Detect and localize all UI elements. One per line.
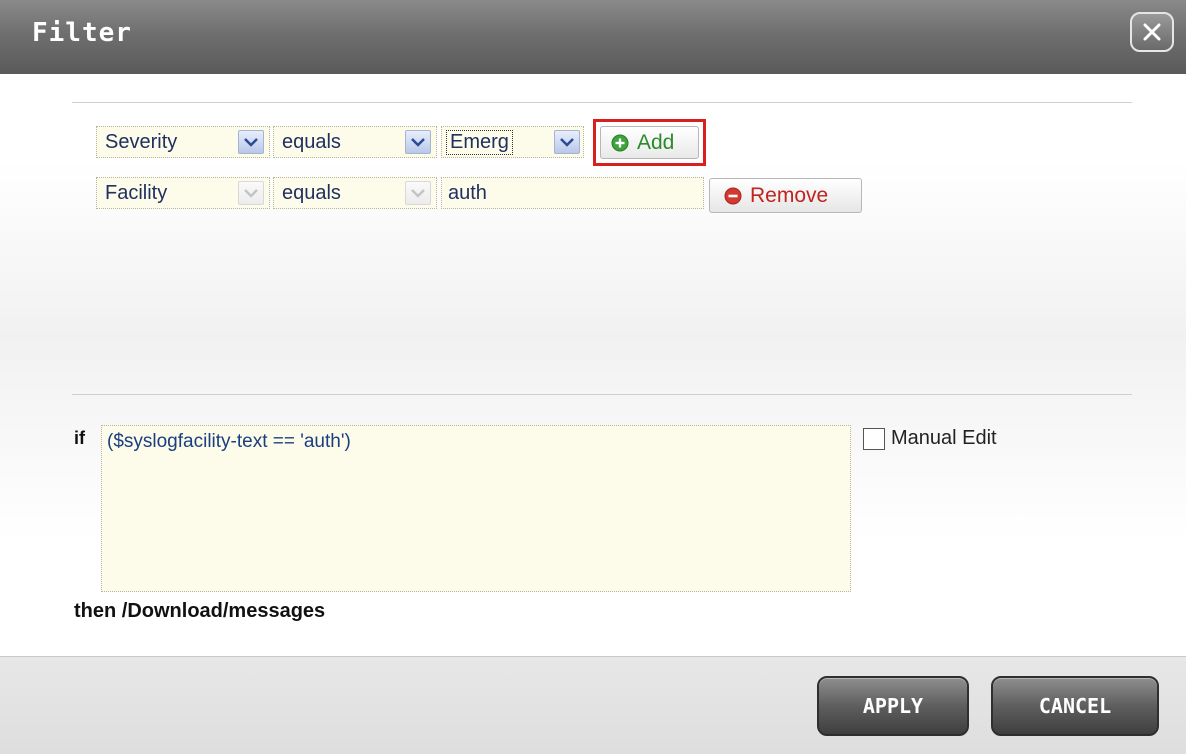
- remove-button[interactable]: Remove: [709, 178, 862, 213]
- dialog-title: Filter: [32, 18, 132, 48]
- if-label: if: [74, 428, 85, 448]
- manual-edit-checkbox[interactable]: [863, 427, 885, 450]
- rule2-field-value: Facility: [105, 182, 168, 204]
- add-button-label: Add: [637, 130, 675, 154]
- filter-dialog: Filter Severity equals Emerg Add Facilit…: [0, 0, 1186, 754]
- cancel-button[interactable]: CANCEL: [991, 676, 1159, 736]
- chevron-down-icon[interactable]: [554, 130, 580, 154]
- then-action-label: then /Download/messages: [74, 600, 326, 622]
- divider-top: [72, 102, 1132, 103]
- expression-text: ($syslogfacility-text == 'auth'): [107, 431, 351, 452]
- chevron-down-icon[interactable]: [238, 130, 264, 154]
- rule2-operator-select[interactable]: equals: [273, 177, 437, 209]
- rule2-field-select[interactable]: Facility: [96, 177, 270, 209]
- chevron-down-icon: [405, 181, 431, 205]
- rule1-operator-value: equals: [282, 131, 341, 153]
- manual-edit-toggle[interactable]: Manual Edit: [863, 427, 997, 450]
- divider-middle: [72, 394, 1132, 395]
- rule1-operator-select[interactable]: equals: [273, 126, 437, 158]
- rule1-field-value: Severity: [105, 131, 178, 153]
- remove-button-label: Remove: [750, 183, 829, 207]
- title-bar: Filter: [0, 0, 1186, 74]
- chevron-down-icon: [238, 181, 264, 205]
- rule1-value: Emerg: [446, 130, 513, 155]
- close-icon: [1143, 23, 1161, 41]
- apply-button[interactable]: APPLY: [817, 676, 969, 736]
- rule2-value-input[interactable]: auth: [441, 177, 704, 209]
- rule2-operator-value: equals: [282, 182, 341, 204]
- dialog-footer: APPLY CANCEL: [0, 656, 1186, 754]
- close-button[interactable]: [1130, 12, 1174, 52]
- rule2-value: auth: [448, 182, 487, 204]
- add-button[interactable]: Add: [600, 126, 699, 159]
- rule1-value-select[interactable]: Emerg: [441, 126, 584, 158]
- rule1-field-select[interactable]: Severity: [96, 126, 270, 158]
- manual-edit-label: Manual Edit: [891, 427, 997, 449]
- minus-circle-icon: [724, 187, 742, 204]
- expression-textarea[interactable]: ($syslogfacility-text == 'auth'): [101, 425, 851, 592]
- plus-circle-icon: [611, 134, 629, 151]
- chevron-down-icon[interactable]: [405, 130, 431, 154]
- add-button-highlight: Add: [593, 119, 706, 166]
